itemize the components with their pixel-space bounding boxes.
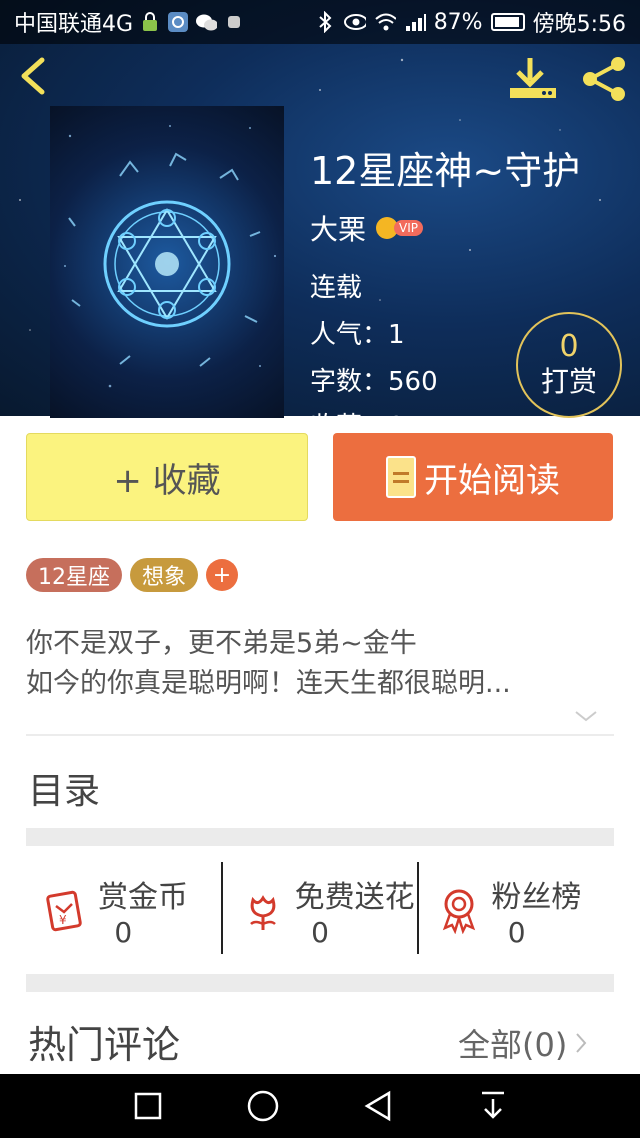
triangle-back-icon [364,1090,390,1122]
home-button[interactable] [241,1084,285,1128]
download-icon [510,58,556,98]
vip-badge: VIP [376,217,423,239]
bluetooth-icon [314,11,336,33]
reward-button[interactable]: 0 打赏 [516,312,622,418]
fan-ranking-item[interactable]: 粉丝榜 0 [417,862,614,954]
author-row: 大栗 VIP [310,208,423,248]
circle-icon [247,1090,278,1122]
battery-icon [490,13,525,31]
pull-down-icon [481,1091,504,1119]
tag-item[interactable]: 想象 [130,558,199,592]
chevron-left-icon [21,57,45,95]
reward-count: 0 [559,329,579,364]
lock-icon [139,11,161,33]
expand-description-button[interactable] [572,706,600,726]
wifi-icon [374,11,396,33]
book-description[interactable]: 你不是双子，更不弟是5弟~金牛 如今的你真是聪明啊！连天生都很聪明... [26,624,616,704]
hot-comments-heading: 热门评论 [28,1023,181,1067]
share-button[interactable] [580,54,630,104]
battery-percent: 87% [433,9,483,35]
book-icon [386,456,416,498]
reward-label: 打赏 [540,365,597,398]
all-comments-link[interactable]: 全部(0) [458,1020,589,1066]
status-bar: 中国联通4G 87% 傍晚5:56 [0,0,640,44]
gold-coin-reward-item[interactable]: ¥ 赏金币 0 [26,862,221,954]
stat-label: 粉丝榜 [491,880,582,915]
start-reading-label: 开始阅读 [424,460,560,501]
recent-apps-button[interactable] [126,1084,170,1128]
notification-pull-down-button[interactable] [471,1084,515,1128]
divider [26,734,614,736]
table-of-contents-heading[interactable]: 目录 [28,762,100,814]
serialization-status: 连载 [310,273,363,303]
book-cover-image[interactable] [50,106,284,418]
back-nav-button[interactable] [356,1084,400,1128]
section-separator [26,974,614,992]
free-flower-item[interactable]: 免费送花 0 [220,862,418,954]
zodiac-wheel-illustration [64,125,277,388]
description-line: 你不是双子，更不弟是5弟~金牛 [26,628,417,659]
app-notification-icon [167,11,189,33]
download-button[interactable] [506,54,560,104]
stat-value: 0 [311,916,329,949]
clock: 傍晚5:56 [532,12,626,37]
support-stats-row: ¥ 赏金币 0 免费送花 0 粉丝榜 0 [26,862,614,954]
signal-icon [404,11,426,33]
description-line: 如今的你真是聪明啊！连天生都很聪明... [26,668,511,699]
system-navigation-bar [0,1074,640,1138]
collect-count-stat: 收藏：0 [310,406,405,416]
eye-comfort-icon [343,11,366,33]
author-name[interactable]: 大栗 [310,208,366,248]
square-icon [134,1092,161,1120]
notification-icon [223,11,245,33]
popularity-stat: 人气：1 [310,320,405,350]
section-separator [26,828,614,846]
chevron-right-icon [576,1033,587,1053]
book-title: 12星座神~守护 [310,149,581,193]
stat-value: 0 [507,916,526,949]
all-comments-label: 全部(0) [458,1026,568,1064]
chevron-down-icon [575,711,597,722]
carrier-label: 中国联通4G [14,12,134,37]
start-reading-button[interactable]: 开始阅读 [333,433,613,521]
back-button[interactable] [16,56,52,96]
stat-label: 免费送花 [294,880,415,915]
wechat-icon [195,11,218,33]
tag-item[interactable]: 12星座 [26,558,122,592]
add-tag-button[interactable]: + [206,559,239,591]
share-icon [583,57,625,101]
tag-list: 12星座 想象 + [26,558,239,592]
stat-value: 0 [114,916,133,949]
collect-button[interactable]: + 收藏 [26,433,308,521]
stat-label: 赏金币 [98,880,188,915]
word-count-stat: 字数：560 [310,367,438,397]
